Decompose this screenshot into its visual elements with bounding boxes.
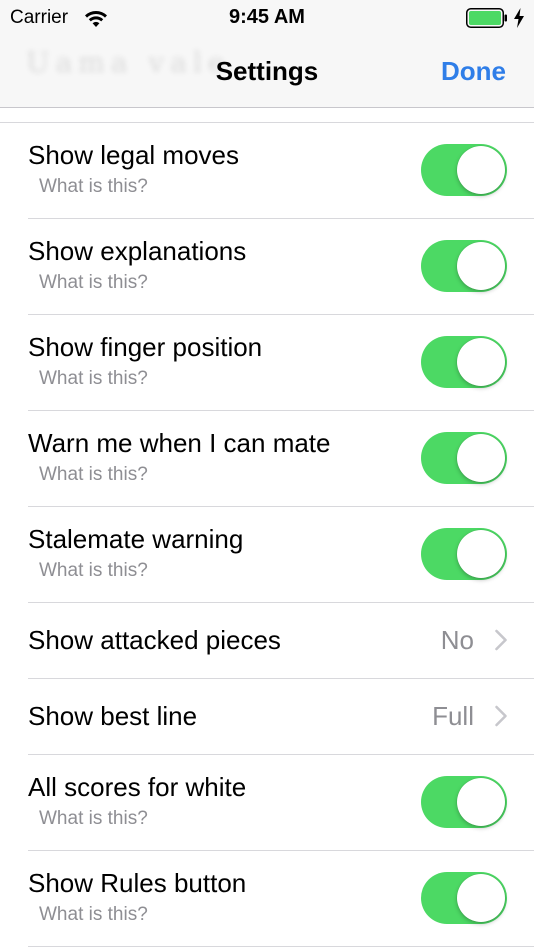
setting-value: Full [432, 701, 474, 731]
toggle-show-explanations[interactable] [421, 240, 507, 292]
charging-bolt-icon [514, 8, 524, 28]
toggle-knob [457, 146, 505, 194]
settings-list: Show legal moves What is this? Show expl… [0, 122, 534, 947]
setting-row-warn-mate: Warn me when I can mate What is this? [28, 411, 534, 507]
setting-label: All scores for white [28, 772, 247, 802]
setting-label: Show attacked pieces [28, 625, 281, 655]
navigation-bar: Uama vale Settings Done [0, 38, 534, 108]
chevron-right-icon [495, 705, 507, 727]
setting-row-show-finger-position: Show finger position What is this? [28, 315, 534, 411]
setting-row-show-explanations: Show explanations What is this? [28, 219, 534, 315]
setting-value: No [440, 625, 474, 655]
setting-label: Stalemate warning [28, 524, 244, 554]
toggle-show-rules-button[interactable] [421, 872, 507, 924]
what-is-this-link[interactable]: What is this? [39, 272, 148, 294]
toggle-knob [457, 242, 505, 290]
what-is-this-link[interactable]: What is this? [39, 368, 148, 390]
setting-row-show-rules-button: Show Rules button What is this? [28, 851, 534, 947]
setting-label: Show finger position [28, 332, 263, 362]
toggle-knob [457, 778, 505, 826]
what-is-this-link[interactable]: What is this? [39, 176, 148, 198]
status-bar: Carrier 9:45 AM [0, 0, 534, 38]
what-is-this-link[interactable]: What is this? [39, 904, 148, 926]
status-time: 9:45 AM [229, 6, 305, 28]
toggle-all-scores-white[interactable] [421, 776, 507, 828]
setting-label: Warn me when I can mate [28, 428, 331, 458]
done-button[interactable]: Done [441, 56, 506, 87]
battery-icon [466, 8, 507, 28]
toggle-warn-mate[interactable] [421, 432, 507, 484]
setting-label: Show explanations [28, 236, 247, 266]
toggle-show-finger-position[interactable] [421, 336, 507, 388]
toggle-knob [457, 338, 505, 386]
toggle-knob [457, 874, 505, 922]
what-is-this-link[interactable]: What is this? [39, 560, 148, 582]
chevron-right-icon [495, 629, 507, 651]
what-is-this-link[interactable]: What is this? [39, 464, 148, 486]
setting-row-show-legal-moves: Show legal moves What is this? [28, 123, 534, 219]
toggle-stalemate-warning[interactable] [421, 528, 507, 580]
setting-row-all-scores-white: All scores for white What is this? [28, 755, 534, 851]
setting-label: Show legal moves [28, 140, 239, 170]
setting-label: Show best line [28, 701, 198, 731]
setting-row-show-attacked-pieces[interactable]: Show attacked pieces No [28, 603, 534, 679]
toggle-knob [457, 434, 505, 482]
setting-row-stalemate-warning: Stalemate warning What is this? [28, 507, 534, 603]
toggle-knob [457, 530, 505, 578]
setting-label: Show Rules button [28, 868, 247, 898]
setting-row-show-best-line[interactable]: Show best line Full [28, 679, 534, 755]
what-is-this-link[interactable]: What is this? [39, 808, 148, 830]
toggle-show-legal-moves[interactable] [421, 144, 507, 196]
